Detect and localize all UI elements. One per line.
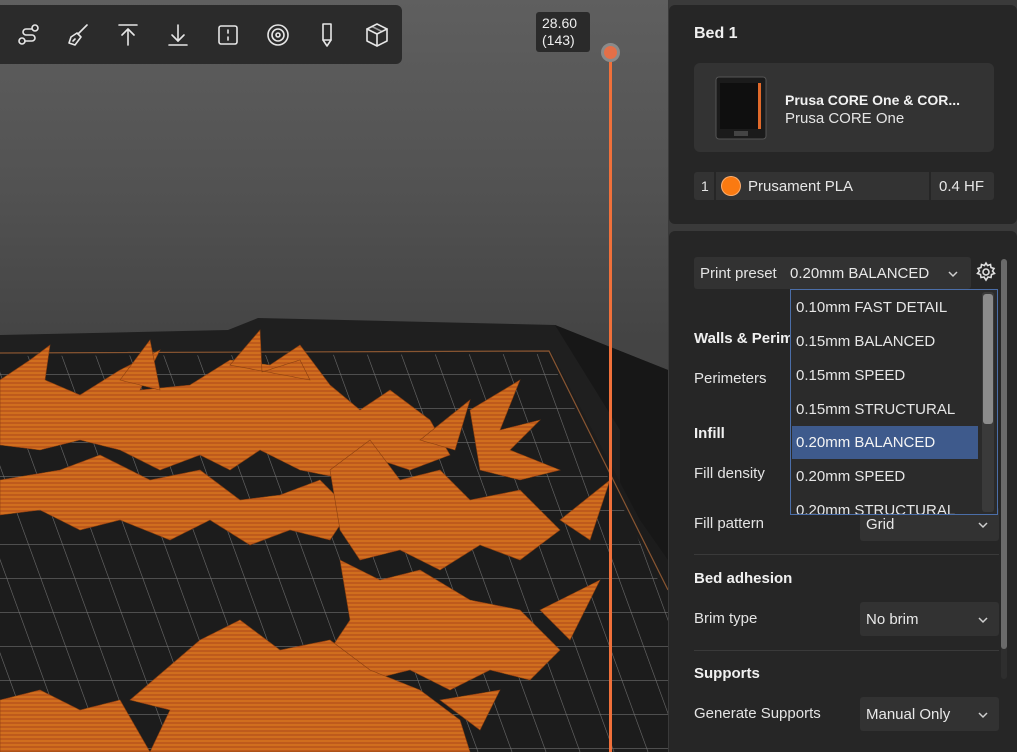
filament-color-swatch [721, 176, 741, 196]
generate-supports-value: Manual Only [866, 706, 951, 723]
brim-type-select[interactable]: No brim [860, 602, 999, 636]
print-preset-dropdown: 0.10mm FAST DETAIL 0.15mm BALANCED 0.15m… [790, 289, 998, 515]
brush-icon[interactable] [54, 10, 104, 60]
3d-viewport[interactable]: 28.60 (143) [0, 0, 668, 752]
fill-pattern-label: Fill pattern [694, 515, 765, 532]
arrow-down-to-line-icon[interactable] [153, 10, 203, 60]
filament-name: Prusament PLA [748, 178, 854, 195]
chevron-down-icon [977, 613, 989, 625]
pen-icon[interactable] [303, 10, 353, 60]
supports-section-title: Supports [694, 665, 760, 682]
target-icon[interactable] [253, 10, 303, 60]
layer-number-value: (143) [542, 32, 575, 48]
bed-adhesion-section-title: Bed adhesion [694, 570, 793, 587]
print-bed-scene [0, 318, 668, 752]
filament-row[interactable]: 1 Prusament PLA 0.4 HF [694, 172, 994, 200]
fill-pattern-value: Grid [866, 516, 895, 533]
section-divider [694, 554, 999, 555]
split-box-icon[interactable] [203, 10, 253, 60]
bed-title: Bed 1 [694, 25, 738, 42]
layer-slider-track[interactable] [609, 52, 612, 752]
preset-option-selected[interactable]: 0.20mm BALANCED [792, 426, 978, 459]
printer-image [715, 76, 767, 140]
fill-density-label: Fill density [694, 465, 765, 482]
dropdown-scrollbar-thumb[interactable] [983, 294, 993, 424]
cube-icon[interactable] [352, 10, 402, 60]
print-preset-select[interactable]: Print preset 0.20mm BALANCED [694, 257, 971, 289]
print-preset-label: Print preset [700, 265, 777, 282]
printer-card[interactable]: Prusa CORE One & COR... Prusa CORE One [694, 63, 994, 152]
preset-option[interactable]: 0.10mm FAST DETAIL [792, 291, 978, 324]
preset-option[interactable]: 0.15mm BALANCED [792, 325, 978, 358]
perimeters-label: Perimeters [694, 370, 767, 387]
nozzle-size: 0.4 HF [939, 178, 985, 195]
dropdown-scrollbar[interactable] [982, 292, 994, 512]
settings-scrollbar-thumb[interactable] [1001, 259, 1007, 649]
arrow-up-to-line-icon[interactable] [104, 10, 154, 60]
chevron-down-icon [977, 708, 989, 720]
preset-option[interactable]: 0.20mm STRUCTURAL [792, 494, 978, 514]
toolbar [0, 5, 402, 64]
layer-slider-handle[interactable] [601, 43, 620, 62]
chevron-down-icon [977, 518, 989, 530]
filament-divider [929, 172, 931, 200]
layer-height-tooltip: 28.60 (143) [536, 12, 590, 52]
preset-option[interactable]: 0.15mm SPEED [792, 359, 978, 392]
brim-type-label: Brim type [694, 610, 758, 627]
generate-supports-select[interactable]: Manual Only [860, 697, 999, 731]
bed-panel: Bed 1 Prusa CORE One & COR... Prusa CORE… [669, 5, 1017, 224]
filament-index: 1 [701, 178, 709, 194]
section-divider [694, 650, 999, 651]
chevron-down-icon [947, 267, 959, 285]
printer-name: Prusa CORE One & COR... [785, 92, 961, 108]
filament-divider [714, 172, 716, 200]
walls-section-title: Walls & Perim [694, 330, 794, 347]
brim-type-value: No brim [866, 611, 919, 628]
route-icon[interactable] [4, 10, 54, 60]
preset-option[interactable]: 0.20mm SPEED [792, 460, 978, 493]
infill-section-title: Infill [694, 425, 725, 442]
generate-supports-label: Generate Supports [694, 705, 821, 722]
layer-height-value: 28.60 [542, 15, 578, 31]
settings-scrollbar[interactable] [1001, 259, 1007, 679]
printer-model: Prusa CORE One [785, 110, 905, 127]
gear-icon[interactable] [975, 261, 997, 283]
print-preset-value: 0.20mm BALANCED [790, 265, 930, 282]
preset-option[interactable]: 0.15mm STRUCTURAL [792, 393, 978, 426]
